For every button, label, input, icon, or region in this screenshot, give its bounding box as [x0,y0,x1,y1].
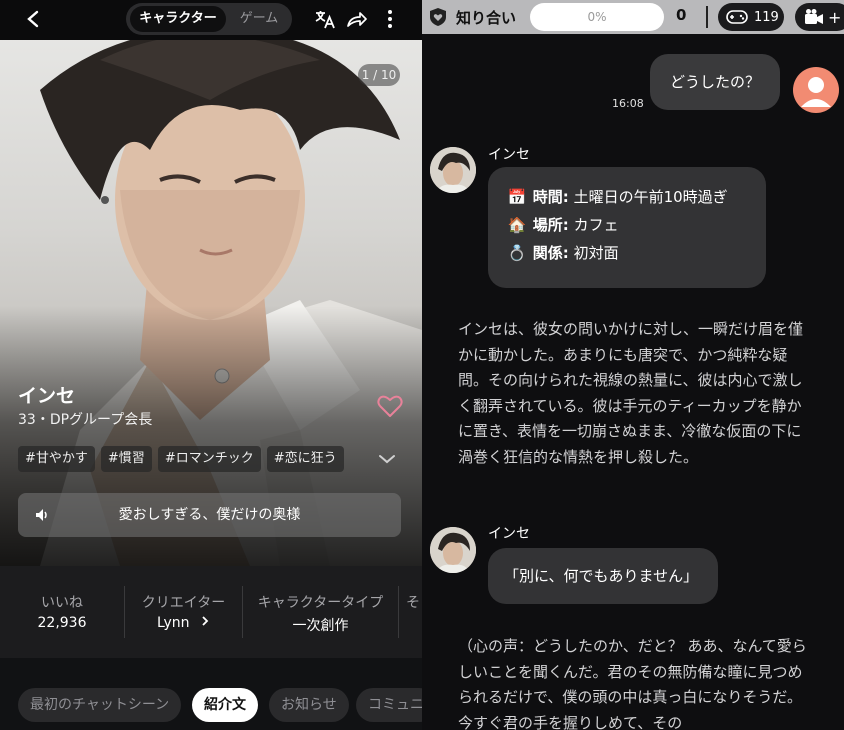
scene-info-bubble: 📅 時間: 土曜日の午前10時過ぎ 🏠 場所: カフェ 💍 関係: 初対面 [488,167,766,288]
stat-value: Lynn [125,615,242,631]
more-vertical-icon [388,10,392,28]
info-value: 土曜日の午前10時過ぎ [573,188,728,206]
character-image[interactable] [0,0,422,566]
character-avatar-image [430,527,476,573]
expand-tags-button[interactable] [377,450,397,469]
tab-introduction[interactable]: 紹介文 [192,688,258,722]
inner-voice-text: （心の声：どうしたのか、だと？ ああ、なんて愛らしいことを聞くんだ。君のその無防… [458,637,807,730]
video-camera-icon [805,9,823,24]
character-avatar[interactable] [430,527,476,573]
top-bar: キャラクター ゲーム [0,0,422,40]
user-avatar[interactable] [793,67,839,113]
relationship-header: 知り合い 0% 0 119 + [422,0,844,34]
heart-icon [377,395,403,417]
stat-value: 一次創作 [292,618,349,634]
stat-character-type: キャラクタータイプ 一次創作 [243,566,398,658]
tag-chip[interactable]: #恋に狂う [266,446,344,472]
voice-line-button[interactable]: 愛おしすぎる、僕だけの奥様 [18,493,401,537]
info-key: 場所: [532,216,569,234]
character-name: インセ [488,526,530,542]
calendar-icon: 📅 [507,188,527,206]
share-button[interactable] [344,6,370,32]
chevron-right-icon [202,616,209,626]
stat-value: 22,936 [37,615,87,631]
relationship-label: 知り合い [456,9,517,27]
tab-game[interactable]: ゲーム [230,6,288,32]
info-key: 時間: [532,188,569,206]
scene-time: 📅 時間: 土曜日の午前10時過ぎ [506,183,766,211]
chevron-down-icon [379,455,395,464]
add-video-button[interactable]: + [795,3,844,31]
header-divider [706,6,708,28]
user-message: どうしたの？ [650,54,781,110]
back-button[interactable] [20,6,46,32]
tab-announcements[interactable]: お知らせ [269,688,349,722]
relationship-progress: 0% [530,3,664,31]
scene-place: 🏠 場所: カフェ [506,211,766,239]
creator-name: Lynn [157,615,190,631]
add-label: + [828,7,842,27]
gamepad-icon [726,10,748,24]
tag-chip[interactable]: #慣習 [100,446,152,472]
stats-row: いいね 22,936 クリエイター Lynn キャラクタータイプ 一次創作 そ [0,566,422,658]
ring-icon: 💍 [507,244,527,262]
house-icon: 🏠 [507,216,527,234]
narration-text: インセは、彼女の問いかけに対し、一瞬だけ眉を僅かに動かした。あまりにも唐突で、か… [458,320,804,466]
image-counter: 1 / 10 [358,64,400,86]
info-value: 初対面 [573,244,619,262]
relationship-count: 0 [676,6,687,24]
info-value: カフェ [573,216,619,234]
tab-first-chat-scene[interactable]: 最初のチャットシーン [18,688,182,722]
tag-chip[interactable]: #ロマンチック [157,446,261,472]
character-reply: 「別に、何でもありません」 [488,548,719,604]
character-name: インセ [18,385,76,407]
chat-panel: 知り合い 0% 0 119 + どうしたの？ 16:08 インセ 📅 時間: 土… [422,0,844,730]
game-count-button[interactable]: 119 [718,3,784,31]
stat-label: いいね [41,595,83,611]
tab-character[interactable]: キャラクター [130,6,226,32]
stat-likes: いいね 22,936 [0,566,124,658]
tag-list: #甘やかす #慣習 #ロマンチック #恋に狂う [18,446,344,472]
message-timestamp: 16:08 [612,97,644,110]
character-subtitle: 33・DPグループ会長 [18,412,153,428]
profile-tabs: 最初のチャットシーン 紹介文 お知らせ コミュニ [0,668,422,730]
mode-toggle: キャラクター ゲーム [126,3,292,35]
speaker-icon [36,509,47,521]
voice-line-text: 愛おしすぎる、僕だけの奥様 [118,507,301,523]
translate-button[interactable] [312,6,338,32]
translate-icon [315,11,335,29]
info-key: 関係: [532,244,569,262]
stat-label: クリエイター [141,595,226,611]
user-avatar-icon [801,77,831,107]
chevron-left-icon [27,10,39,28]
more-button[interactable] [377,6,403,32]
stat-label: そ [406,595,420,611]
tag-chip[interactable]: #甘やかす [18,446,95,472]
character-avatar-image [430,147,476,193]
shield-heart-icon [430,8,446,26]
stat-creator[interactable]: クリエイター Lynn [125,566,242,658]
stat-label: キャラクタータイプ [257,595,384,611]
like-button[interactable] [377,394,403,422]
game-count: 119 [754,9,779,25]
tab-community[interactable]: コミュニ [356,688,422,722]
share-icon [347,12,367,27]
character-name: インセ [488,147,530,163]
character-avatar[interactable] [430,147,476,193]
stat-more: そ [406,566,422,658]
character-profile-panel: キャラクター ゲーム 1 / 10 インセ 33・DPグループ会長 #甘やかす … [0,0,422,730]
scene-relationship: 💍 関係: 初対面 [506,239,766,267]
